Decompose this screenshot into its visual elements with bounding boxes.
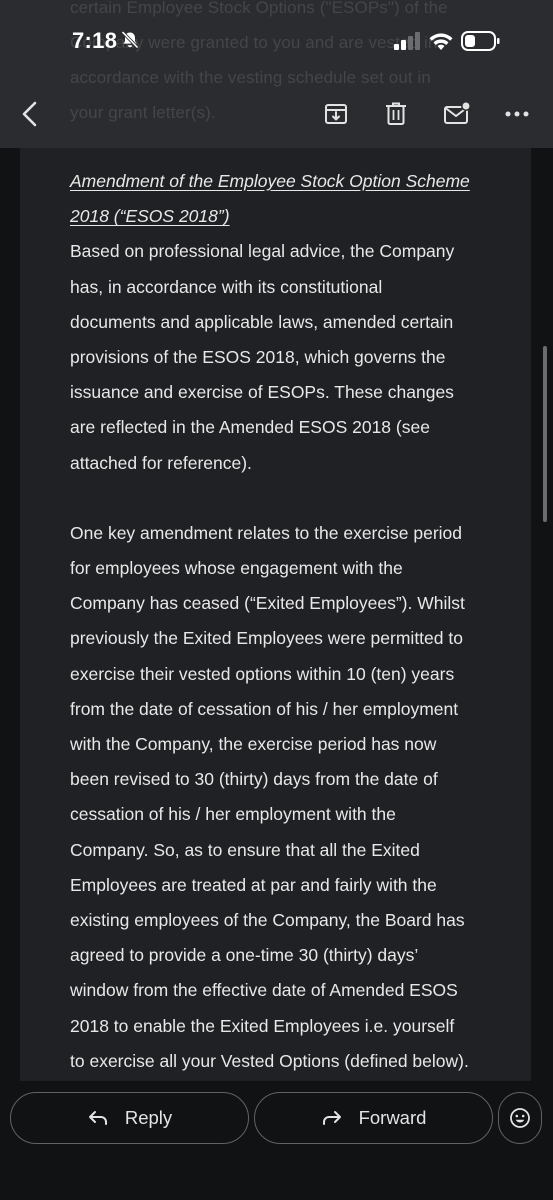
more-options-button[interactable] — [497, 94, 537, 134]
archive-button[interactable] — [316, 94, 356, 134]
wifi-icon — [429, 33, 453, 50]
paragraph-line: issuance and exercise of ESOPs. These ch… — [70, 382, 454, 403]
mark-unread-button[interactable] — [437, 94, 477, 134]
back-button[interactable] — [10, 94, 50, 134]
paragraph-line: previously the Exited Employees were per… — [70, 628, 463, 649]
section-heading-line-2: 2018 (“ESOS 2018”) — [70, 206, 230, 227]
paragraph-line: for employees whose engagement with the — [70, 558, 403, 579]
paragraph-line: Company. So, as to ensure that all the E… — [70, 839, 420, 860]
paragraph-line: provisions of the ESOS 2018, which gover… — [70, 347, 446, 368]
paragraph-2: One key amendment relates to the exercis… — [70, 516, 490, 1079]
forward-icon — [322, 1111, 341, 1125]
emoji-reaction-icon — [510, 1108, 530, 1128]
paragraph-line: Employees are treated at par and fairly … — [70, 874, 437, 895]
mail-unread-icon — [444, 101, 471, 124]
paragraph-line: been revised to 30 (thirty) days from th… — [70, 769, 438, 790]
emoji-reaction-button[interactable] — [498, 1092, 542, 1144]
paragraph-line: agreed to provide a one-time 30 (thirty)… — [70, 945, 419, 966]
reply-label: Reply — [124, 1107, 173, 1128]
archive-icon — [325, 104, 347, 124]
paragraph-line: exercise their vested options within 10 … — [70, 663, 455, 684]
forward-button[interactable]: Forward — [254, 1092, 493, 1144]
paragraph-line: cessation of his / her employment with t… — [70, 804, 396, 825]
paragraph-line: attached for reference). — [70, 452, 252, 473]
delete-button[interactable] — [376, 94, 416, 134]
bottom-action-bar: Reply Forward — [0, 1081, 553, 1200]
paragraph-1: Based on professional legal advice, the … — [70, 234, 490, 480]
section-heading: Amendment of the Employee Stock Option S… — [70, 164, 490, 234]
paragraph-line: with the Company, the exercise period ha… — [70, 734, 437, 755]
paragraph-line: has, in accordance with its constitution… — [70, 276, 383, 297]
reply-icon — [88, 1111, 107, 1125]
battery-icon — [461, 31, 500, 51]
cellular-signal-icon — [394, 32, 420, 50]
email-body-card: Amendment of the Employee Stock Option S… — [20, 148, 531, 1081]
paragraph-line: Based on professional legal advice, the … — [70, 241, 455, 262]
section-heading-line-1: Amendment of the Employee Stock Option S… — [70, 171, 470, 191]
more-horizontal-icon — [505, 111, 529, 117]
bell-muted-icon — [121, 30, 139, 49]
paragraph-line: documents and applicable laws, amended c… — [70, 311, 454, 332]
forward-label: Forward — [358, 1107, 427, 1128]
paragraph-line: existing employees of the Company, the B… — [70, 910, 465, 931]
paragraph-line: Company has ceased (“Exited Employees”).… — [70, 593, 465, 614]
paragraph-line: 2018 to enable the Exited Employees i.e.… — [70, 1015, 455, 1036]
status-time: 7:18 — [72, 28, 118, 53]
top-app-bar: certain Employee Stock Options ("ESOPs")… — [0, 0, 553, 148]
email-body: Amendment of the Employee Stock Option S… — [70, 164, 490, 1079]
arrow-back-icon — [22, 101, 37, 127]
scrollbar-thumb[interactable] — [543, 346, 547, 522]
status-bar: 7:18 — [0, 0, 553, 80]
paragraph-line: are reflected in the Amended ESOS 2018 (… — [70, 417, 430, 438]
paragraph-line: window from the effective date of Amende… — [70, 980, 458, 1001]
trash-icon — [386, 102, 406, 125]
paragraph-line: One key amendment relates to the exercis… — [70, 522, 463, 543]
paragraph-line: to exercise all your Vested Options (def… — [70, 1050, 469, 1071]
reply-button[interactable]: Reply — [10, 1092, 249, 1144]
email-toolbar — [0, 88, 553, 140]
paragraph-line: from the date of cessation of his / her … — [70, 698, 459, 719]
